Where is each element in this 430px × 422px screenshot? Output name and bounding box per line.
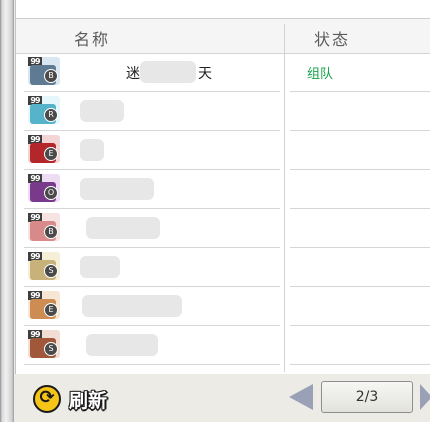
redacted-name	[80, 139, 104, 161]
row-divider	[24, 364, 280, 365]
job-class-icon: 99 E	[28, 135, 60, 163]
tier-badge: S	[44, 342, 58, 356]
player-row[interactable]: 99 O	[16, 170, 430, 209]
redacted-name	[80, 256, 120, 278]
job-class-icon: 99 S	[28, 330, 60, 358]
tier-badge: O	[44, 186, 58, 200]
player-row[interactable]: 99 B	[16, 209, 430, 248]
player-list-panel: 名称 状态 99 B 迷 天 组队 99 R 99 E 99 O 99 B 99 S 99 E 99 S	[15, 0, 430, 374]
job-class-icon: 99 O	[28, 174, 60, 202]
player-row[interactable]: 99 S	[16, 248, 430, 287]
refresh-button[interactable]: ⟳ 刷新	[33, 382, 133, 414]
page-indicator: 2/3	[321, 381, 413, 413]
job-class-icon: 99 R	[28, 96, 60, 124]
tier-badge: E	[44, 303, 58, 317]
next-page-button[interactable]	[420, 384, 430, 410]
player-row[interactable]: 99 R	[16, 92, 430, 131]
tier-badge: R	[44, 108, 58, 122]
job-class-icon: 99 B	[28, 213, 60, 241]
table-header: 名称 状态	[16, 19, 430, 54]
redacted-name	[86, 217, 160, 239]
redacted-name	[86, 334, 158, 356]
previous-page-button[interactable]	[289, 384, 313, 410]
redacted-name	[80, 178, 154, 200]
player-name-tail: 天	[198, 66, 212, 82]
refresh-label: 刷新	[69, 390, 108, 412]
player-row[interactable]: 99 B 迷 天 组队	[16, 53, 430, 92]
player-row[interactable]: 99 E	[16, 287, 430, 326]
refresh-icon: ⟳	[33, 385, 61, 413]
player-name: 迷	[126, 66, 140, 82]
redacted-name	[80, 100, 124, 122]
player-row[interactable]: 99 S	[16, 326, 430, 365]
job-class-icon: 99 B	[28, 57, 60, 85]
redacted-name	[82, 295, 182, 317]
player-row[interactable]: 99 E	[16, 131, 430, 170]
tier-badge: B	[44, 225, 58, 239]
player-rows: 99 B 迷 天 组队 99 R 99 E 99 O 99 B 99 S 99 E 99 S	[16, 53, 430, 365]
player-status: 组队	[307, 67, 334, 82]
column-header-name[interactable]: 名称	[74, 26, 110, 50]
tier-badge: S	[44, 264, 58, 278]
tier-badge: B	[44, 69, 58, 83]
panel-top-strip	[16, 0, 430, 19]
row-divider-status	[290, 364, 430, 365]
redacted-name	[140, 61, 196, 83]
job-class-icon: 99 E	[28, 291, 60, 319]
window-frame-left	[0, 0, 14, 422]
bottom-toolbar: ⟳ 刷新 2/3	[15, 374, 430, 422]
column-header-status[interactable]: 状态	[314, 26, 350, 50]
job-class-icon: 99 S	[28, 252, 60, 280]
tier-badge: E	[44, 147, 58, 161]
